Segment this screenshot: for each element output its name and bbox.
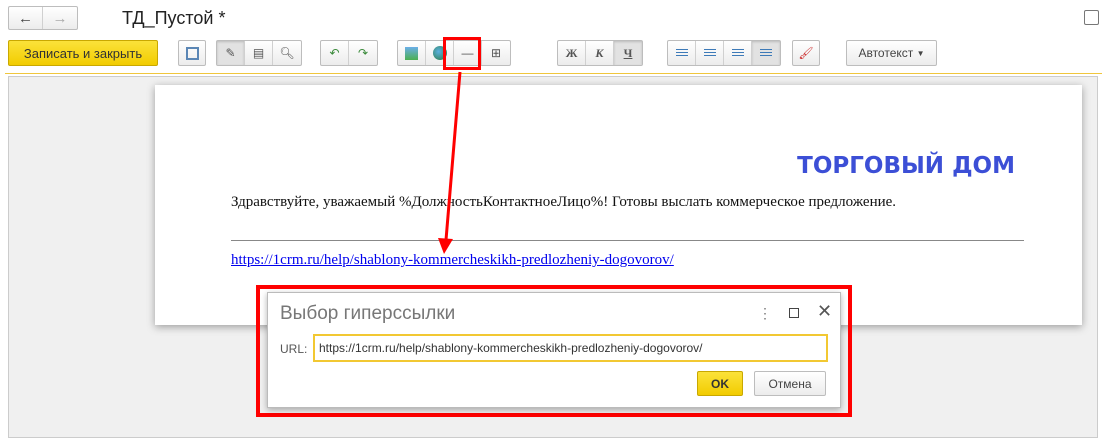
- annotation-arrow: [438, 71, 462, 254]
